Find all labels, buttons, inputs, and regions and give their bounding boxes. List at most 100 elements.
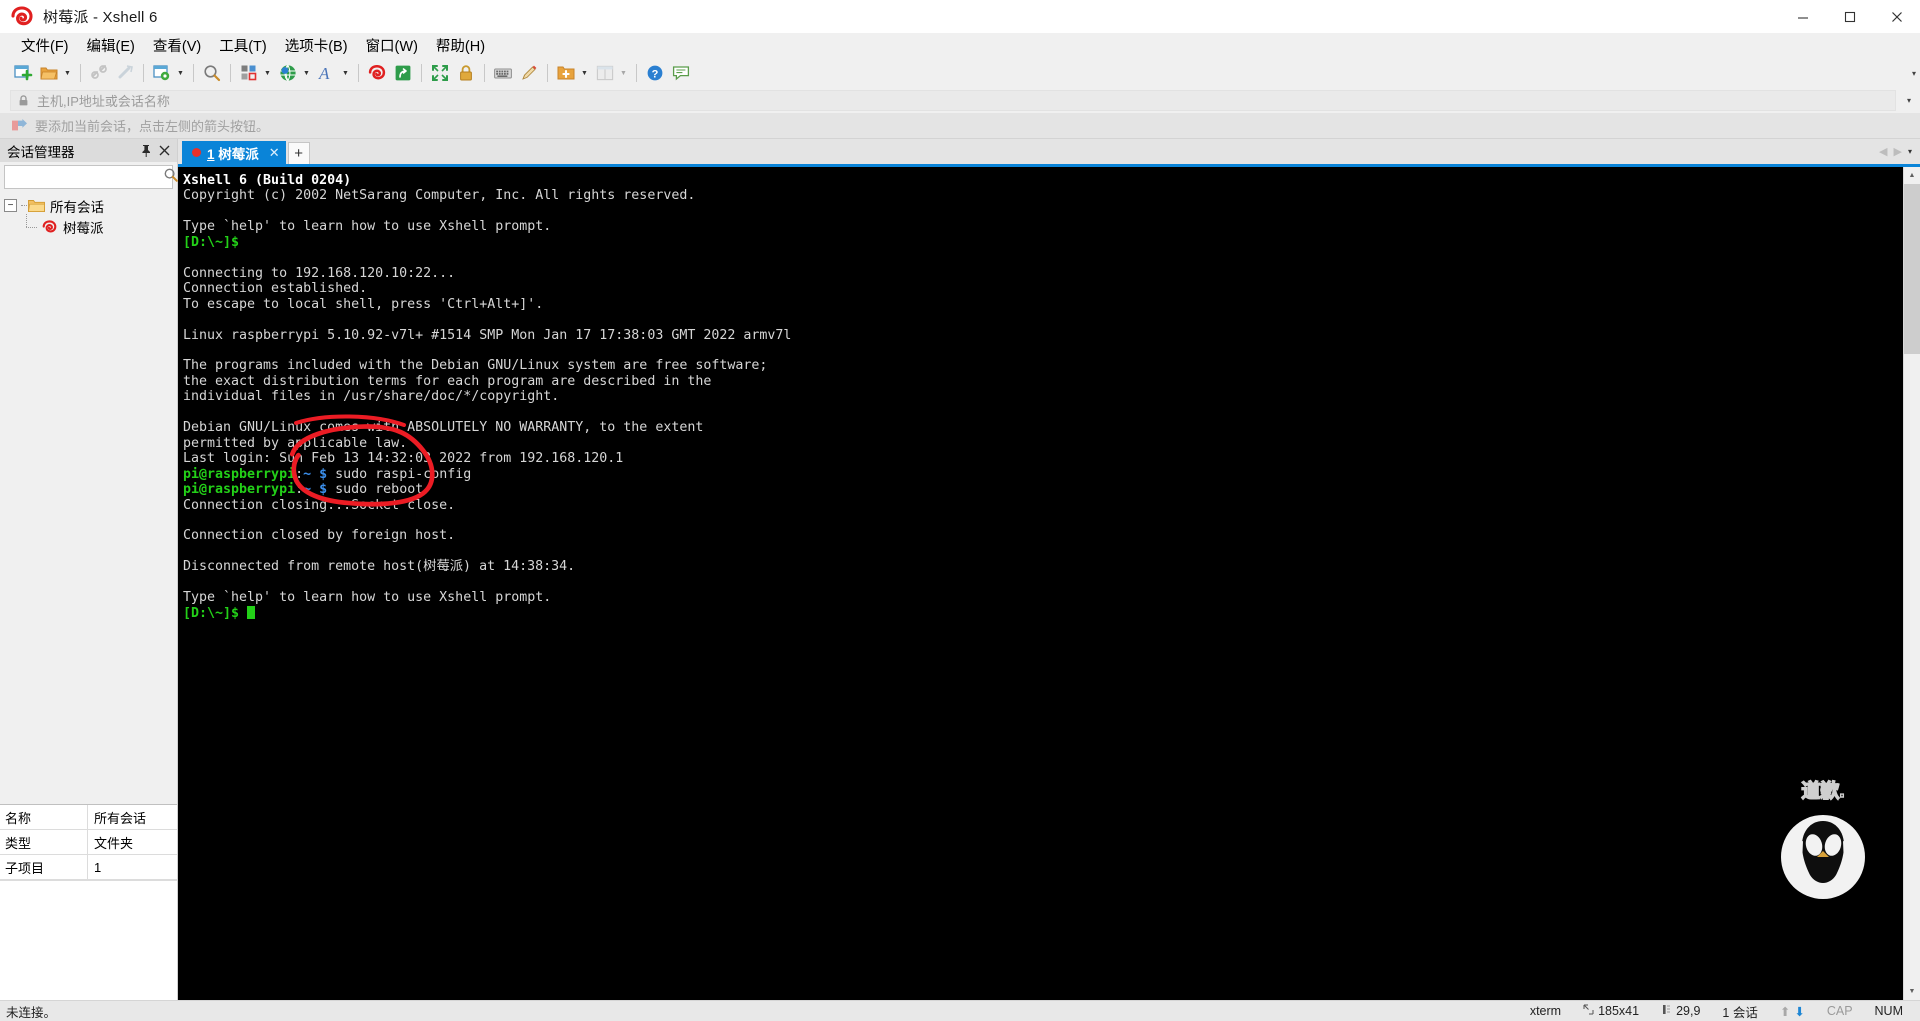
close-icon[interactable] <box>156 142 173 159</box>
toolbar-separator <box>193 64 194 82</box>
terminal-line: Xshell 6 (Build 0204) <box>183 173 352 188</box>
terminal-line: [D:\~]$ <box>183 234 240 250</box>
prompt-dollar: $ <box>319 482 328 498</box>
folder-icon <box>28 199 45 213</box>
terminal-line: Copyright (c) 2002 NetSarang Computer, I… <box>183 188 696 204</box>
session-properties-icon[interactable] <box>150 61 174 85</box>
toolbar-separator <box>80 64 81 82</box>
cursor-icon <box>1661 1004 1672 1018</box>
toolbar: ▼ ▼ ▼ ▼ A ▼ ▼ ▼ ? ▾ <box>0 58 1920 88</box>
svg-text:道歉.: 道歉. <box>1801 779 1844 802</box>
layout-caret-icon[interactable]: ▼ <box>262 61 273 85</box>
find-icon[interactable] <box>200 61 224 85</box>
xshell-logo-icon <box>9 4 35 30</box>
session-properties-caret-icon[interactable]: ▼ <box>175 61 186 85</box>
tab-status-dot-icon <box>192 148 201 157</box>
terminal-line: Type `help' to learn how to use Xshell p… <box>183 219 552 235</box>
toolbar-collapse-icon[interactable]: ▾ <box>1912 58 1916 88</box>
scrollbar-thumb[interactable] <box>1904 184 1920 354</box>
xshell-session-icon <box>41 219 58 235</box>
xshell-icon[interactable] <box>365 61 389 85</box>
scroll-up-icon[interactable]: ▲ <box>1904 167 1920 184</box>
status-bar: 未连接。 xterm 185x41 29,9 1 会话 ⬆ ⬇ CAP NUM <box>0 1000 1920 1021</box>
terminal-line: permitted by applicable law. <box>183 435 408 451</box>
pin-icon[interactable] <box>137 142 154 159</box>
font-caret-icon[interactable]: ▼ <box>340 61 351 85</box>
search-icon[interactable] <box>163 167 179 188</box>
globe-icon[interactable] <box>276 61 300 85</box>
tab-close-icon[interactable]: ✕ <box>265 145 280 161</box>
terminal-scrollbar[interactable]: ▲ ▼ <box>1903 167 1920 1000</box>
menu-tools[interactable]: 工具(T) <box>210 32 276 59</box>
session-search-input[interactable] <box>8 166 163 188</box>
lock-icon[interactable] <box>454 61 478 85</box>
layout-icon[interactable] <box>237 61 261 85</box>
toolbar-separator <box>547 64 548 82</box>
tab-list-menu-icon[interactable]: ▾ <box>1908 147 1912 156</box>
property-key: 名称 <box>0 805 88 829</box>
prompt-dollar: $ <box>319 466 328 482</box>
tab-bar: 1 树莓派 ✕ + ◀ ▶ ▾ <box>178 139 1920 164</box>
globe-caret-icon[interactable]: ▼ <box>301 61 312 85</box>
table-row: 类型 文件夹 <box>0 830 177 855</box>
minimize-button[interactable] <box>1779 0 1826 33</box>
toolbar-separator <box>421 64 422 82</box>
fullscreen-icon[interactable] <box>428 61 452 85</box>
tree-connector <box>25 213 39 236</box>
session-properties-table: 名称 所有会话 类型 文件夹 子项目 1 <box>0 804 177 1000</box>
caps-lock-indicator: CAP <box>1826 1004 1853 1018</box>
tab-scroll-right-icon[interactable]: ▶ <box>1894 145 1902 158</box>
terminal-line: Debian GNU/Linux comes with ABSOLUTELY N… <box>183 420 704 436</box>
penguin-watermark-icon: 道歉. <box>1763 775 1883 905</box>
transfer-caret-icon[interactable]: ▼ <box>579 61 590 85</box>
tree-item-raspberry-pi[interactable]: 树莓派 <box>0 213 177 237</box>
feedback-icon[interactable] <box>669 61 693 85</box>
help-icon[interactable]: ? <box>643 61 667 85</box>
transfer-icon[interactable] <box>554 61 578 85</box>
tab-raspberry-pi[interactable]: 1 树莓派 ✕ <box>182 141 286 164</box>
reconnect-icon <box>113 61 137 85</box>
lock-icon <box>17 94 30 107</box>
menu-file[interactable]: 文件(F) <box>12 32 78 59</box>
toolbar-separator <box>484 64 485 82</box>
address-input-wrap[interactable]: 主机,IP地址或会话名称 <box>10 90 1896 111</box>
menu-edit[interactable]: 编辑(E) <box>78 32 144 59</box>
menu-help[interactable]: 帮助(H) <box>427 32 494 59</box>
terminal-screen[interactable]: Xshell 6 (Build 0204) Copyright (c) 2002… <box>178 167 1903 1000</box>
menu-tab[interactable]: 选项卡(B) <box>276 32 357 59</box>
session-search-wrap[interactable] <box>4 165 178 189</box>
terminal-line: Disconnected from remote host(树莓派) at 14… <box>183 559 576 575</box>
terminal-line: Connection established. <box>183 281 368 297</box>
scrollbar-track[interactable] <box>1904 184 1920 983</box>
property-value: 1 <box>94 859 102 875</box>
terminal-cursor <box>247 605 256 619</box>
open-folder-icon[interactable] <box>37 61 61 85</box>
tree-connector <box>21 205 27 206</box>
tab-scroll-left-icon[interactable]: ◀ <box>1879 145 1887 158</box>
keyboard-icon[interactable] <box>491 61 515 85</box>
prompt-user-host: pi@raspberrypi <box>183 466 296 482</box>
close-button[interactable] <box>1873 0 1920 33</box>
svg-text:?: ? <box>652 69 659 81</box>
font-icon[interactable]: A <box>315 61 339 85</box>
new-tab-button[interactable]: + <box>287 142 310 164</box>
tree-expander-icon[interactable]: − <box>4 199 17 212</box>
scroll-down-icon[interactable]: ▼ <box>1904 983 1920 1000</box>
open-folder-caret-icon[interactable]: ▼ <box>62 61 73 85</box>
compose-icon[interactable] <box>517 61 541 85</box>
xftp-icon[interactable] <box>391 61 415 85</box>
new-session-icon[interactable] <box>11 61 35 85</box>
terminal-line: Linux raspberrypi 5.10.92-v7l+ #1514 SMP… <box>183 327 792 343</box>
session-manager-panel: 会话管理器 − 所有会话 树莓派 名称 所有会话 类型 文件夹 子项目 1 <box>0 139 178 1000</box>
toolbar-separator <box>358 64 359 82</box>
prompt-user-host: pi@raspberrypi <box>183 482 296 498</box>
terminal-line: individual files in /usr/share/doc/*/cop… <box>183 389 560 405</box>
connection-status: 未连接。 <box>6 1005 57 1020</box>
address-dropdown-icon[interactable]: ▾ <box>1900 96 1918 105</box>
maximize-button[interactable] <box>1826 0 1873 33</box>
menu-view[interactable]: 查看(V) <box>144 32 210 59</box>
menu-window[interactable]: 窗口(W) <box>357 32 427 59</box>
